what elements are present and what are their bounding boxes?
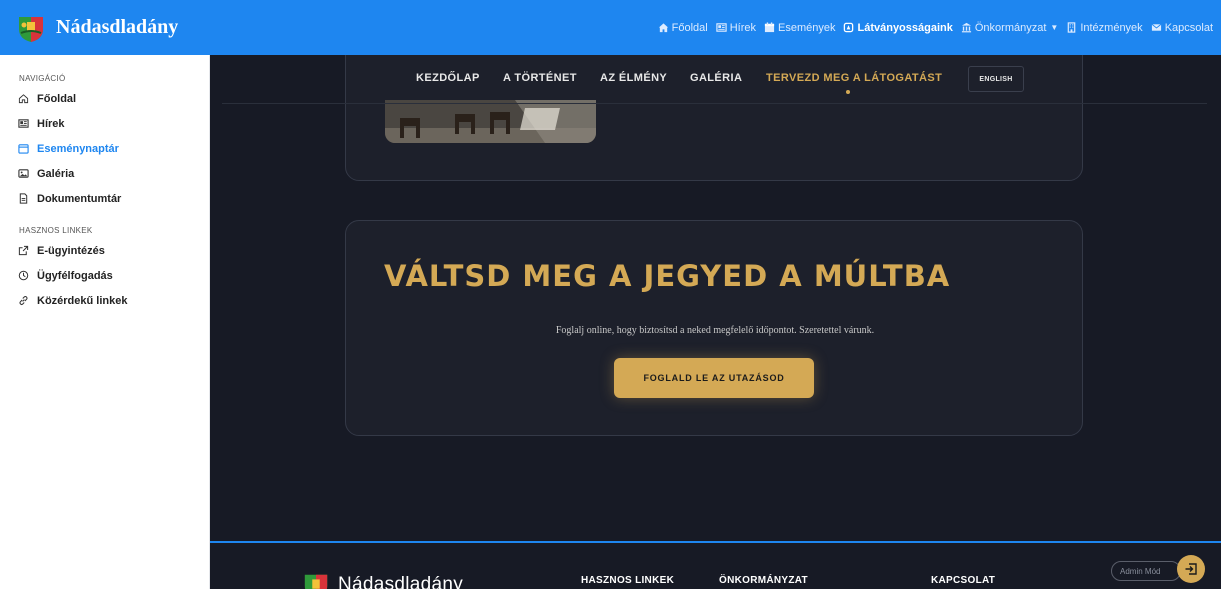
sidebar-item-label: Főoldal (37, 92, 77, 105)
topnav-sights[interactable]: Látványosságaink (843, 21, 953, 34)
news-icon (18, 119, 29, 128)
book-trip-button[interactable]: FOGLALD LE AZ UTAZÁSOD (614, 358, 814, 398)
external-link-icon (18, 245, 29, 256)
subnav-plan-visit[interactable]: TERVEZD MEG A LÁTOGATÁST (766, 72, 942, 84)
sidebar-item-label: Eseménynaptár (37, 142, 119, 155)
interior-photo (385, 100, 596, 143)
news-icon (716, 23, 727, 32)
topnav-home-label: Főoldal (671, 21, 708, 34)
site-subnav: KEZDŐLAP A TÖRTÉNET AZ ÉLMÉNY GALÉRIA TE… (210, 55, 1221, 103)
bank-icon (961, 22, 971, 33)
sidebar-nav-title: NAVIGÁCIÓ (19, 74, 66, 83)
document-icon (19, 193, 28, 204)
top-nav: Főoldal Hírek Események Látványosságaink… (650, 22, 1221, 34)
topnav-municipality[interactable]: Önkormányzat ▼ (961, 22, 1058, 34)
top-bar: Nádasdladány Főoldal Hírek Események Lát… (0, 0, 1221, 55)
calendar-icon (18, 144, 29, 154)
sidebar-item-home[interactable]: Főoldal (0, 86, 209, 111)
sidebar-item-public-links[interactable]: Közérdekű linkek (0, 288, 209, 313)
sidebar-links-title: HASZNOS LINKEK (19, 226, 93, 235)
sidebar-item-calendar[interactable]: Eseménynaptár (0, 136, 209, 161)
topnav-news-label: Hírek (729, 21, 756, 34)
subnav-experience[interactable]: AZ ÉLMÉNY (600, 72, 667, 84)
active-indicator (846, 90, 850, 94)
sidebar-item-e-administration[interactable]: E-ügyintézés (0, 238, 209, 263)
ticket-cta-card: VÁLTSD MEG A JEGYED A MÚLTBA Foglalj onl… (345, 220, 1083, 436)
sidebar-item-label: Dokumentumtár (37, 192, 122, 205)
topnav-home[interactable]: Főoldal (658, 22, 708, 34)
cta-title: VÁLTSD MEG A JEGYED A MÚLTBA (384, 259, 951, 293)
footer-brand[interactable]: Nádasdladány (302, 571, 463, 589)
topnav-contact[interactable]: Kapcsolat (1151, 22, 1213, 34)
home-icon (18, 94, 29, 104)
brand-name: Nádasdladány (56, 16, 179, 38)
sidebar-item-news[interactable]: Hírek (0, 111, 209, 136)
topnav-news[interactable]: Hírek (716, 22, 756, 34)
sidebar-item-label: Hírek (37, 117, 65, 130)
subnav-history[interactable]: A TÖRTÉNET (503, 72, 577, 84)
landmark-icon (844, 22, 854, 33)
clock-icon (18, 270, 29, 281)
login-icon (1185, 563, 1197, 575)
subnav-divider (222, 103, 1207, 104)
topnav-municipality-label: Önkormányzat (974, 21, 1047, 34)
brand-link[interactable]: Nádasdladány (0, 13, 178, 43)
admin-toggle-button[interactable] (1177, 555, 1205, 583)
subnav-home[interactable]: KEZDŐLAP (416, 72, 480, 84)
footer-brand-name: Nádasdladány (338, 574, 464, 589)
topnav-sights-label: Látványosságaink (857, 21, 953, 34)
sidebar-item-office-hours[interactable]: Ügyfélfogadás (0, 263, 209, 288)
sidebar-item-label: Közérdekű linkek (37, 294, 128, 307)
topnav-institutions[interactable]: Intézmények (1066, 21, 1143, 34)
footer-heading-links: HASZNOS LINKEK (581, 575, 675, 586)
footer-heading-municipality: ÖNKORMÁNYZAT (719, 575, 808, 586)
home-icon (658, 23, 668, 33)
sidebar-item-label: Galéria (37, 167, 75, 180)
chevron-down-icon: ▼ (1050, 23, 1059, 32)
sidebar-item-gallery[interactable]: Galéria (0, 161, 209, 186)
sidebar-item-documents[interactable]: Dokumentumtár (0, 186, 209, 211)
topnav-events-label: Események (778, 21, 836, 34)
language-button[interactable]: ENGLISH (968, 66, 1024, 92)
topnav-events[interactable]: Események (764, 22, 835, 34)
sidebar-item-label: E-ügyintézés (37, 244, 105, 257)
crest-icon (304, 574, 328, 589)
crest-icon (19, 16, 43, 42)
admin-mode-label: Admin Mód (1120, 566, 1161, 576)
link-icon (19, 295, 28, 306)
footer-heading-contact: KAPCSOLAT (931, 575, 996, 586)
footer: Nádasdladány HASZNOS LINKEK ÖNKORMÁNYZAT… (210, 541, 1221, 589)
calendar-icon (764, 22, 775, 33)
image-icon (18, 169, 29, 178)
cta-subtitle: Foglalj online, hogy biztosítsd a neked … (555, 325, 875, 336)
building-icon (1068, 22, 1076, 33)
main-content: KEZDŐLAP A TÖRTÉNET AZ ÉLMÉNY GALÉRIA TE… (210, 55, 1221, 541)
topnav-institutions-label: Intézmények (1080, 21, 1143, 34)
admin-mode-pill[interactable]: Admin Mód (1111, 561, 1181, 581)
topnav-contact-label: Kapcsolat (1164, 21, 1213, 34)
sidebar: NAVIGÁCIÓ Főoldal Hírek Eseménynaptár Ga… (0, 55, 210, 589)
subnav-gallery[interactable]: GALÉRIA (690, 72, 742, 84)
mail-icon (1151, 23, 1162, 31)
sidebar-item-label: Ügyfélfogadás (37, 269, 113, 282)
